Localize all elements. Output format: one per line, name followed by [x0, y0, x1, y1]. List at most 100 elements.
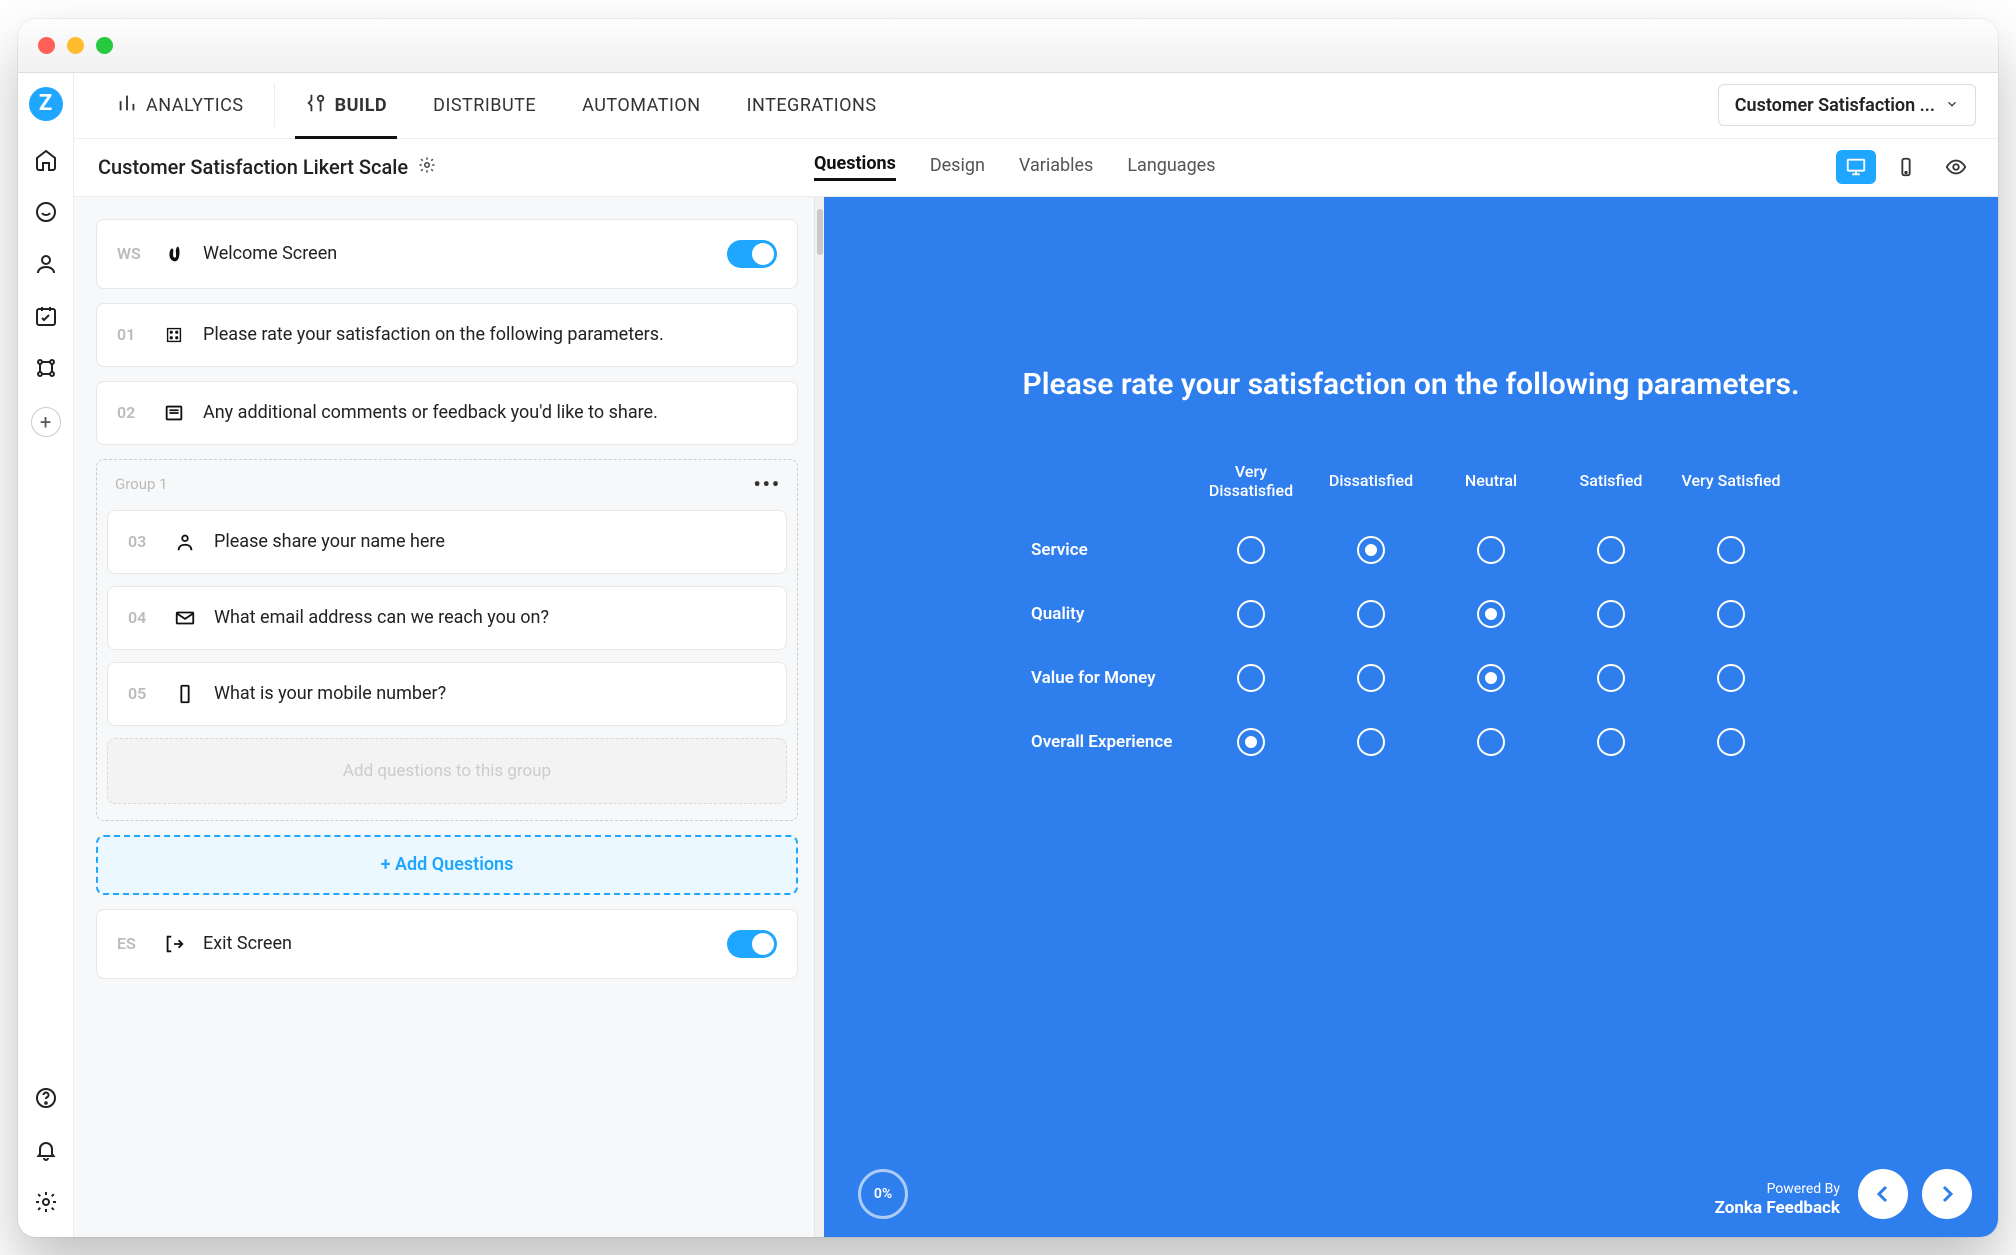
- tab-languages[interactable]: Languages: [1127, 155, 1215, 180]
- row-label-quality: Quality: [1031, 604, 1191, 624]
- item-index: 01: [117, 325, 145, 344]
- radio-value-3[interactable]: [1477, 664, 1505, 692]
- radio-value-5[interactable]: [1717, 664, 1745, 692]
- survey-preview: Please rate your satisfaction on the fol…: [824, 197, 1998, 1237]
- item-label: Exit Screen: [203, 933, 709, 954]
- radio-quality-1[interactable]: [1237, 600, 1265, 628]
- matrix-icon: [163, 324, 185, 346]
- nav-distribute[interactable]: DISTRIBUTE: [413, 72, 556, 138]
- radio-service-2[interactable]: [1357, 536, 1385, 564]
- radio-value-2[interactable]: [1357, 664, 1385, 692]
- radio-service-1[interactable]: [1237, 536, 1265, 564]
- radio-quality-4[interactable]: [1597, 600, 1625, 628]
- exit-toggle[interactable]: [727, 930, 777, 958]
- radio-service-5[interactable]: [1717, 536, 1745, 564]
- bars-icon: [116, 92, 138, 119]
- home-icon[interactable]: [33, 147, 59, 173]
- builder-tabs: Questions Design Variables Languages: [814, 138, 1216, 196]
- bell-icon[interactable]: [33, 1137, 59, 1163]
- powered-by-brand: Zonka Feedback: [1715, 1198, 1840, 1218]
- maximize-window-icon[interactable]: [96, 37, 113, 54]
- radio-quality-2[interactable]: [1357, 600, 1385, 628]
- item-index: 02: [117, 403, 145, 422]
- survey-selector[interactable]: Customer Satisfaction ...: [1718, 84, 1976, 126]
- powered-by: Powered By Zonka Feedback: [1715, 1181, 1840, 1218]
- question-card-05[interactable]: 05 What is your mobile number?: [107, 662, 787, 726]
- main-area: ANALYTICS BUILD DISTRIBUTE AUTOMATION IN…: [74, 73, 1998, 1237]
- nav-analytics[interactable]: ANALYTICS: [96, 72, 264, 138]
- next-button[interactable]: [1922, 1169, 1972, 1219]
- add-questions-button[interactable]: + Add Questions: [96, 835, 798, 895]
- prev-button[interactable]: [1858, 1169, 1908, 1219]
- add-icon[interactable]: +: [31, 407, 61, 437]
- group-more-icon[interactable]: •••: [753, 472, 781, 496]
- nav-integrations[interactable]: INTEGRATIONS: [727, 72, 897, 138]
- user-icon[interactable]: [33, 251, 59, 277]
- radio-service-3[interactable]: [1477, 536, 1505, 564]
- tab-questions[interactable]: Questions: [814, 153, 896, 181]
- col-head-1: Very Dissatisfied: [1191, 462, 1311, 500]
- col-head-2: Dissatisfied: [1311, 471, 1431, 490]
- radio-quality-5[interactable]: [1717, 600, 1745, 628]
- question-card-04[interactable]: 04 What email address can we reach you o…: [107, 586, 787, 650]
- preview-question-title: Please rate your satisfaction on the fol…: [1023, 367, 1800, 402]
- nav-label: DISTRIBUTE: [433, 95, 536, 116]
- help-icon[interactable]: [33, 1085, 59, 1111]
- flow-icon[interactable]: [33, 355, 59, 381]
- radio-value-4[interactable]: [1597, 664, 1625, 692]
- tab-design[interactable]: Design: [930, 155, 985, 180]
- preview-view-toggles: [1836, 150, 1976, 184]
- brand-logo[interactable]: Z: [29, 87, 63, 121]
- nav-build[interactable]: BUILD: [285, 72, 408, 138]
- radio-overall-4[interactable]: [1597, 728, 1625, 756]
- calendar-check-icon[interactable]: [33, 303, 59, 329]
- desktop-preview-icon[interactable]: [1836, 150, 1876, 184]
- radio-overall-3[interactable]: [1477, 728, 1505, 756]
- question-card-01[interactable]: 01 Please rate your satisfaction on the …: [96, 303, 798, 367]
- radio-service-4[interactable]: [1597, 536, 1625, 564]
- radio-overall-1[interactable]: [1237, 728, 1265, 756]
- content-split: WS Welcome Screen 01 Please rate your sa…: [74, 197, 1998, 1237]
- window-chrome: Z + ANALYTICS BUILD: [18, 19, 1998, 1237]
- exit-screen-card[interactable]: ES Exit Screen: [96, 909, 798, 979]
- exit-icon: [163, 933, 185, 955]
- gear-small-icon[interactable]: [418, 155, 436, 179]
- group-label: Group 1: [115, 475, 168, 493]
- minimize-window-icon[interactable]: [67, 37, 84, 54]
- item-label: Please rate your satisfaction on the fol…: [203, 324, 777, 345]
- survey-selector-label: Customer Satisfaction ...: [1735, 95, 1935, 116]
- question-card-03[interactable]: 03 Please share your name here: [107, 510, 787, 574]
- likert-matrix: Very Dissatisfied Dissatisfied Neutral S…: [1031, 462, 1791, 756]
- left-rail: Z +: [18, 73, 74, 1237]
- welcome-screen-card[interactable]: WS Welcome Screen: [96, 219, 798, 289]
- close-window-icon[interactable]: [38, 37, 55, 54]
- radio-quality-3[interactable]: [1477, 600, 1505, 628]
- gear-icon[interactable]: [33, 1189, 59, 1215]
- nav-label: ANALYTICS: [146, 95, 244, 116]
- textarea-icon: [163, 402, 185, 424]
- row-label-service: Service: [1031, 540, 1191, 560]
- eye-preview-icon[interactable]: [1936, 150, 1976, 184]
- chat-icon[interactable]: [33, 199, 59, 225]
- row-label-value: Value for Money: [1031, 668, 1191, 688]
- tools-icon: [305, 92, 327, 119]
- radio-overall-5[interactable]: [1717, 728, 1745, 756]
- nav-label: AUTOMATION: [582, 95, 700, 116]
- mobile-preview-icon[interactable]: [1886, 150, 1926, 184]
- nav-automation[interactable]: AUTOMATION: [562, 72, 720, 138]
- add-to-group-slot[interactable]: Add questions to this group: [107, 738, 787, 804]
- welcome-toggle[interactable]: [727, 240, 777, 268]
- radio-overall-2[interactable]: [1357, 728, 1385, 756]
- chevron-down-icon: [1945, 95, 1959, 116]
- person-icon: [174, 531, 196, 553]
- question-card-02[interactable]: 02 Any additional comments or feedback y…: [96, 381, 798, 445]
- powered-by-small: Powered By: [1715, 1181, 1840, 1198]
- nav-label: BUILD: [335, 95, 388, 116]
- col-head-3: Neutral: [1431, 471, 1551, 490]
- nav-label: INTEGRATIONS: [747, 95, 877, 116]
- tab-variables[interactable]: Variables: [1019, 155, 1093, 180]
- scrollbar[interactable]: [814, 197, 824, 1237]
- item-label: What is your mobile number?: [214, 683, 766, 704]
- radio-value-1[interactable]: [1237, 664, 1265, 692]
- mac-titlebar: [18, 19, 1998, 73]
